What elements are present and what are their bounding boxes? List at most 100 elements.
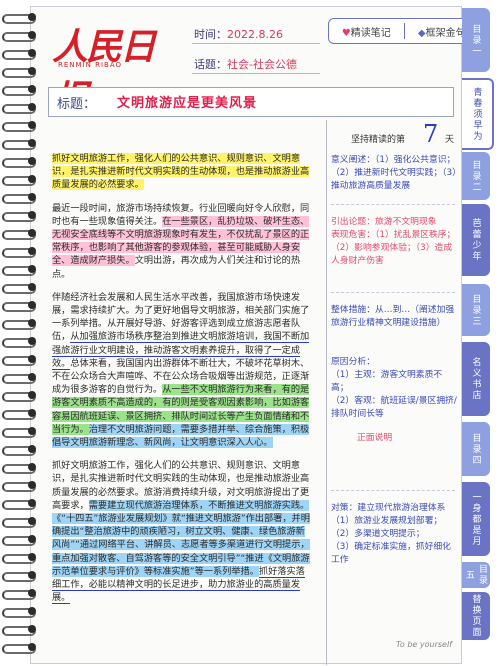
tab-8[interactable]: 一身都是月 [462,482,490,556]
tab-2[interactable]: 青春须早为 [462,78,494,150]
spiral-ring [2,606,36,618]
page-header: 人民日报 RENMIN RIBAO 时间：2022.8.26 话题：社会-社会公… [30,6,480,120]
ring-hole [28,301,36,309]
note-solutions: 对策：建立现代旅游治理体系 （1）旅游业发展规划部署； （2）多渠道文明提示； … [331,503,451,565]
ring-hole [28,175,36,183]
spiral-ring [2,534,36,546]
notebook-page: 人民日报 RENMIN RIBAO 时间：2022.8.26 话题：社会-社会公… [0,0,500,666]
notes-button[interactable]: ♥精读笔记 [329,24,404,39]
spiral-ring [2,588,36,600]
ring-hole [28,517,36,525]
signature-footer: To be yourself [396,640,452,649]
article-paragraph: 抓好文明旅游工作，强化人们的公共意识、规则意识、文明意识，是扎实推进新时代文明实… [52,459,312,605]
spiral-ring [2,642,36,654]
spiral-ring [2,498,36,510]
tab-1[interactable]: 目录一 [462,8,490,72]
spiral-ring [2,192,36,204]
ring-hole [28,229,36,237]
ring-hole [28,553,36,561]
heart-icon: ♥ [341,27,351,39]
newspaper-logo: 人民日报 RENMIN RIBAO [52,16,180,120]
tab-4[interactable]: 芭蕾少年 [462,204,490,276]
ring-hole [28,589,36,597]
spiral-ring [2,246,36,258]
spiral-ring [2,552,36,564]
time-field: 时间：2022.8.26 [194,26,283,42]
spiral-ring [2,336,36,348]
tab-3[interactable]: 目录二 [462,152,490,200]
topic-underline [192,73,320,74]
article-title: 文明旅游应是更美风景 [117,96,258,111]
spiral-ring [2,408,36,420]
spiral-ring [2,354,36,366]
notes-button-label: 精读笔记 [350,27,391,39]
streak-label: 坚持精读的第 [351,135,406,145]
ring-hole [28,463,36,471]
note-divider [331,292,455,293]
title-label: 标题： [57,97,97,112]
tab-9[interactable]: 目录五 [462,562,490,588]
spiral-ring [2,372,36,384]
ring-hole [28,265,36,273]
highlighted-text: 治理不文明旅游问题，需要多措并举、综合施策，积极倡导文明旅游新理念、新风尚，让文… [52,423,310,449]
spiral-ring [2,462,36,474]
note-significance: 意义阐述：（1）强化公共意识；（2）推进新时代文明实践；（3）推动旅游高质量发展 [331,155,457,191]
tab-7[interactable]: 目录四 [462,422,490,476]
mode-switch: ♥精读笔记 ◆框架金句 [328,18,480,44]
ring-hole [28,193,36,201]
article-paragraph: 最近一段时间，旅游市场持续恢复。行业回暖向好令人欣慰，同时也有一些现象值得关注。… [52,202,312,281]
ring-hole [28,103,36,111]
ring-hole [28,643,36,651]
ring-hole [28,121,36,129]
article-body: 抓好文明旅游工作，强化人们的公共意识、规则意识、文明意识，是扎实推进新时代文明实… [52,152,312,615]
notes-column: 坚持精读的第 7 天 意义阐述：（1）强化公共意识；（2）推进新时代文明实践；（… [326,120,459,665]
topic-value: 社会-社会公德 [227,58,297,71]
ring-hole [28,373,36,381]
spiral-ring [2,300,36,312]
streak-day-number: 7 [423,120,439,148]
spiral-ring [2,138,36,150]
spiral-ring [2,480,36,492]
ring-hole [28,409,36,417]
ring-hole [28,607,36,615]
time-label: 时间： [194,28,227,41]
spiral-ring [2,390,36,402]
tab-10[interactable]: 替换页面 [462,592,490,640]
note-problem: 引出论题：旅游不文明现象 表现危害：（1）扰乱景区秩序；（2）影响参观体验；（3… [331,217,456,266]
topic-label: 话题： [194,58,227,71]
ring-hole [28,571,36,579]
highlighted-text: 抓好文明旅游工作，强化人们的公共意识、规则意识、文明意识，是扎实推进新时代文明实… [52,153,310,191]
streak-day-unit: 天 [445,135,455,145]
note-causes: 原因分析： （1）主观：游客文明素质不高； （2）客观：航班延误/景区拥挤/排队… [331,357,457,419]
spiral-ring [2,120,36,132]
ring-hole [28,337,36,345]
ring-hole [28,283,36,291]
time-underline [192,43,320,44]
article-paragraph: 抓好文明旅游工作，强化人们的公共意识、规则意识、文明意识，是扎实推进新时代文明实… [52,152,312,192]
spiral-ring [2,570,36,582]
spiral-ring [2,426,36,438]
spiral-ring [2,624,36,636]
ring-hole [28,445,36,453]
ring-hole [28,211,36,219]
frame-button-label: 框架金句 [425,27,466,39]
ring-hole [28,499,36,507]
ring-hole [28,139,36,147]
topic-field: 话题：社会-社会公德 [194,56,297,72]
ring-hole [28,157,36,165]
article-paragraph: 伴随经济社会发展和人民生活水平改善，我国旅游市场快速发展，需求持续扩大。为了更好… [52,291,312,449]
ring-hole [28,535,36,543]
note-divider [331,490,455,491]
spiral-ring [2,444,36,456]
spiral-ring [2,318,36,330]
diamond-icon: ◆ [417,27,426,39]
spiral-ring [2,264,36,276]
spiral-ring [2,282,36,294]
ring-hole [28,319,36,327]
time-value: 2022.8.26 [227,28,283,41]
tab-6[interactable]: 名义书店 [462,342,490,416]
ring-hole [28,391,36,399]
tab-5[interactable]: 目录三 [462,284,490,336]
ring-hole [28,355,36,363]
spiral-ring [2,156,36,168]
